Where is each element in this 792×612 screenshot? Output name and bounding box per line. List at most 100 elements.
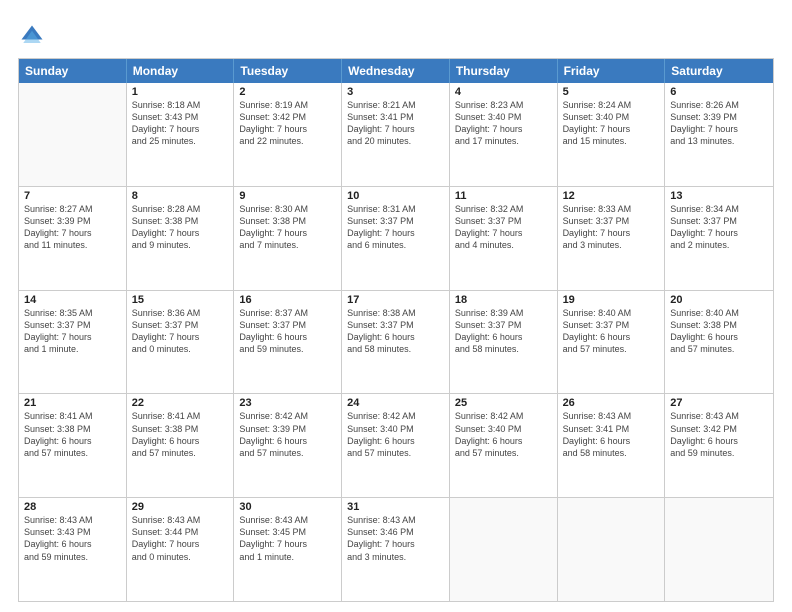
day-cell-9: 9Sunrise: 8:30 AMSunset: 3:38 PMDaylight…: [234, 187, 342, 290]
cell-info-line: Daylight: 7 hours: [132, 227, 229, 239]
cell-info-line: Sunset: 3:45 PM: [239, 526, 336, 538]
cell-info-line: Sunset: 3:37 PM: [239, 319, 336, 331]
cell-info-line: Sunset: 3:37 PM: [563, 319, 660, 331]
cell-info-line: Daylight: 7 hours: [132, 331, 229, 343]
cell-info-line: Daylight: 7 hours: [24, 331, 121, 343]
cell-info-line: Sunrise: 8:43 AM: [563, 410, 660, 422]
cell-info-line: and 4 minutes.: [455, 239, 552, 251]
day-cell-31: 31Sunrise: 8:43 AMSunset: 3:46 PMDayligh…: [342, 498, 450, 601]
cell-info-line: and 20 minutes.: [347, 135, 444, 147]
cell-info-line: Sunrise: 8:23 AM: [455, 99, 552, 111]
cell-info-line: and 0 minutes.: [132, 551, 229, 563]
cell-info-line: Sunset: 3:41 PM: [347, 111, 444, 123]
day-number: 12: [563, 190, 660, 202]
day-number: 1: [132, 86, 229, 98]
cell-info-line: Sunrise: 8:43 AM: [24, 514, 121, 526]
cell-info-line: Sunset: 3:43 PM: [24, 526, 121, 538]
cell-info-line: and 59 minutes.: [670, 447, 768, 459]
day-cell-20: 20Sunrise: 8:40 AMSunset: 3:38 PMDayligh…: [665, 291, 773, 394]
empty-cell-r4c6: [665, 498, 773, 601]
calendar-row-2: 7Sunrise: 8:27 AMSunset: 3:39 PMDaylight…: [19, 186, 773, 290]
day-cell-14: 14Sunrise: 8:35 AMSunset: 3:37 PMDayligh…: [19, 291, 127, 394]
day-number: 3: [347, 86, 444, 98]
cell-info-line: Daylight: 6 hours: [24, 435, 121, 447]
cell-info-line: and 57 minutes.: [132, 447, 229, 459]
day-cell-24: 24Sunrise: 8:42 AMSunset: 3:40 PMDayligh…: [342, 394, 450, 497]
cell-info-line: Sunset: 3:40 PM: [563, 111, 660, 123]
day-cell-28: 28Sunrise: 8:43 AMSunset: 3:43 PMDayligh…: [19, 498, 127, 601]
cell-info-line: Sunset: 3:38 PM: [670, 319, 768, 331]
cell-info-line: Sunset: 3:44 PM: [132, 526, 229, 538]
cell-info-line: and 13 minutes.: [670, 135, 768, 147]
day-number: 28: [24, 501, 121, 513]
cell-info-line: and 57 minutes.: [455, 447, 552, 459]
day-number: 16: [239, 294, 336, 306]
cell-info-line: Sunset: 3:39 PM: [239, 423, 336, 435]
day-number: 20: [670, 294, 768, 306]
day-cell-30: 30Sunrise: 8:43 AMSunset: 3:45 PMDayligh…: [234, 498, 342, 601]
day-number: 27: [670, 397, 768, 409]
cell-info-line: Sunset: 3:37 PM: [455, 319, 552, 331]
day-number: 25: [455, 397, 552, 409]
cell-info-line: Sunrise: 8:40 AM: [563, 307, 660, 319]
cell-info-line: Sunset: 3:46 PM: [347, 526, 444, 538]
day-number: 29: [132, 501, 229, 513]
day-cell-15: 15Sunrise: 8:36 AMSunset: 3:37 PMDayligh…: [127, 291, 235, 394]
cell-info-line: and 6 minutes.: [347, 239, 444, 251]
cell-info-line: and 57 minutes.: [24, 447, 121, 459]
day-number: 26: [563, 397, 660, 409]
day-cell-23: 23Sunrise: 8:42 AMSunset: 3:39 PMDayligh…: [234, 394, 342, 497]
calendar-header: SundayMondayTuesdayWednesdayThursdayFrid…: [19, 59, 773, 83]
day-number: 6: [670, 86, 768, 98]
empty-cell-r0c0: [19, 83, 127, 186]
header-day-monday: Monday: [127, 59, 235, 83]
cell-info-line: Daylight: 7 hours: [670, 123, 768, 135]
calendar-row-3: 14Sunrise: 8:35 AMSunset: 3:37 PMDayligh…: [19, 290, 773, 394]
cell-info-line: Daylight: 7 hours: [239, 538, 336, 550]
cell-info-line: Sunset: 3:42 PM: [670, 423, 768, 435]
cell-info-line: and 58 minutes.: [455, 343, 552, 355]
cell-info-line: Sunrise: 8:39 AM: [455, 307, 552, 319]
cell-info-line: Sunset: 3:40 PM: [347, 423, 444, 435]
cell-info-line: Daylight: 7 hours: [239, 227, 336, 239]
cell-info-line: Sunrise: 8:33 AM: [563, 203, 660, 215]
header-day-tuesday: Tuesday: [234, 59, 342, 83]
cell-info-line: Daylight: 7 hours: [563, 227, 660, 239]
cell-info-line: Daylight: 6 hours: [347, 435, 444, 447]
cell-info-line: Sunrise: 8:42 AM: [347, 410, 444, 422]
day-cell-1: 1Sunrise: 8:18 AMSunset: 3:43 PMDaylight…: [127, 83, 235, 186]
cell-info-line: Sunset: 3:38 PM: [132, 423, 229, 435]
day-cell-27: 27Sunrise: 8:43 AMSunset: 3:42 PMDayligh…: [665, 394, 773, 497]
cell-info-line: Sunrise: 8:38 AM: [347, 307, 444, 319]
cell-info-line: Sunrise: 8:32 AM: [455, 203, 552, 215]
cell-info-line: and 59 minutes.: [239, 343, 336, 355]
cell-info-line: Sunset: 3:43 PM: [132, 111, 229, 123]
cell-info-line: and 1 minute.: [239, 551, 336, 563]
cell-info-line: Sunrise: 8:36 AM: [132, 307, 229, 319]
cell-info-line: and 57 minutes.: [239, 447, 336, 459]
cell-info-line: and 3 minutes.: [347, 551, 444, 563]
cell-info-line: Daylight: 7 hours: [24, 227, 121, 239]
cell-info-line: Daylight: 6 hours: [455, 435, 552, 447]
cell-info-line: Sunrise: 8:37 AM: [239, 307, 336, 319]
day-cell-18: 18Sunrise: 8:39 AMSunset: 3:37 PMDayligh…: [450, 291, 558, 394]
cell-info-line: Daylight: 7 hours: [132, 538, 229, 550]
day-number: 19: [563, 294, 660, 306]
cell-info-line: Sunset: 3:40 PM: [455, 111, 552, 123]
cell-info-line: Daylight: 6 hours: [670, 331, 768, 343]
cell-info-line: Sunset: 3:37 PM: [132, 319, 229, 331]
cell-info-line: Daylight: 7 hours: [347, 123, 444, 135]
cell-info-line: Daylight: 7 hours: [239, 123, 336, 135]
day-cell-11: 11Sunrise: 8:32 AMSunset: 3:37 PMDayligh…: [450, 187, 558, 290]
cell-info-line: and 3 minutes.: [563, 239, 660, 251]
day-cell-4: 4Sunrise: 8:23 AMSunset: 3:40 PMDaylight…: [450, 83, 558, 186]
header-day-friday: Friday: [558, 59, 666, 83]
cell-info-line: and 7 minutes.: [239, 239, 336, 251]
cell-info-line: Sunset: 3:40 PM: [455, 423, 552, 435]
calendar-body: 1Sunrise: 8:18 AMSunset: 3:43 PMDaylight…: [19, 83, 773, 601]
cell-info-line: Sunset: 3:37 PM: [347, 215, 444, 227]
cell-info-line: and 57 minutes.: [563, 343, 660, 355]
cell-info-line: and 1 minute.: [24, 343, 121, 355]
day-cell-8: 8Sunrise: 8:28 AMSunset: 3:38 PMDaylight…: [127, 187, 235, 290]
cell-info-line: Sunset: 3:39 PM: [24, 215, 121, 227]
